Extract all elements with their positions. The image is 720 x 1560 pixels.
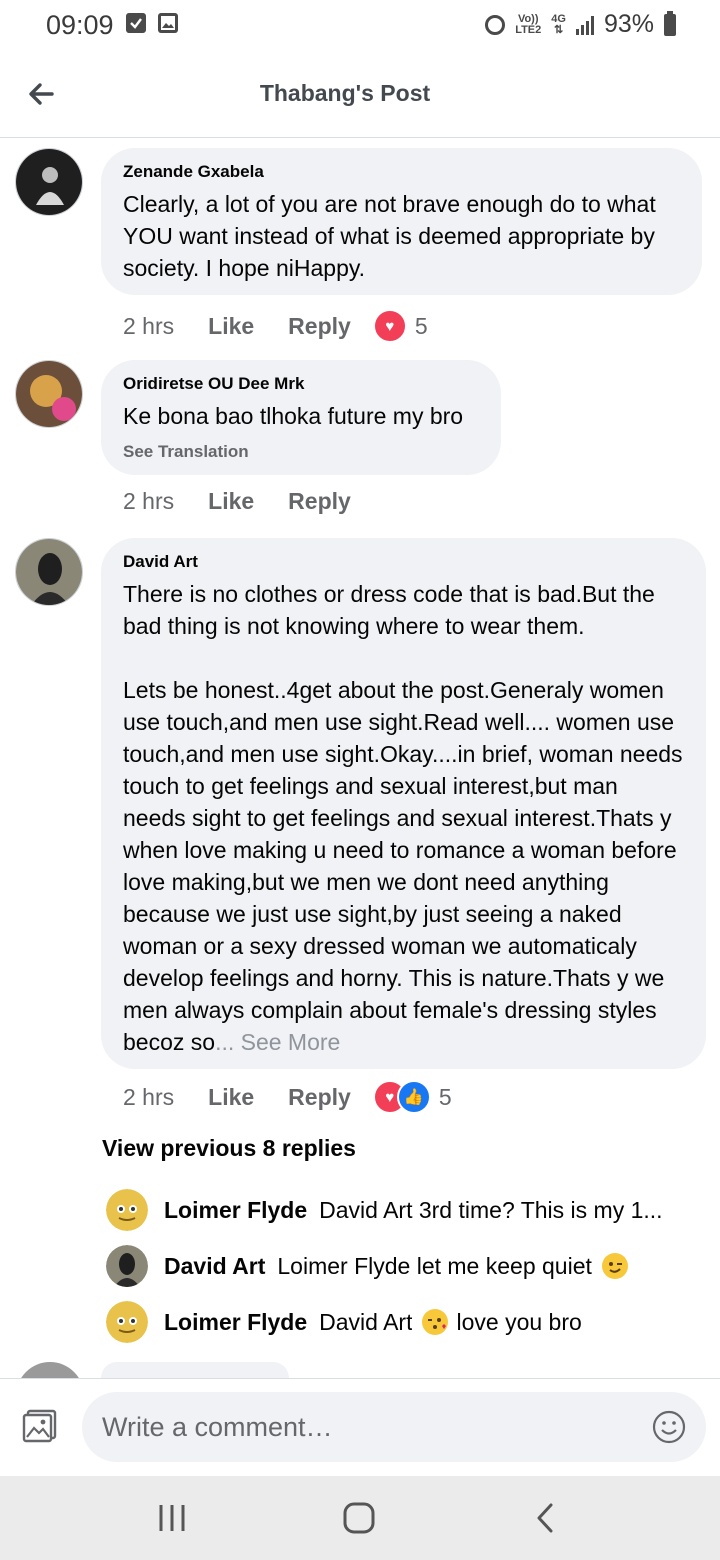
volte-bottom-label: LTE2 bbox=[515, 23, 542, 36]
mini-avatar bbox=[106, 1301, 148, 1343]
alarm-icon bbox=[485, 14, 506, 35]
reply-preview[interactable]: David Art Loimer Flyde let me keep quiet bbox=[106, 1245, 696, 1287]
reply-text: Loimer Flyde let me keep quiet bbox=[277, 1252, 592, 1279]
home-button[interactable] bbox=[339, 1498, 379, 1538]
like-button[interactable]: Like bbox=[208, 488, 254, 515]
mini-avatar bbox=[106, 1189, 148, 1231]
comment-text: There is no clothes or dress code that i… bbox=[123, 578, 684, 1058]
system-nav-bar bbox=[0, 1476, 720, 1560]
home-icon bbox=[343, 1502, 375, 1534]
see-more-link[interactable]: ... See More bbox=[215, 1029, 340, 1055]
status-notification-icons bbox=[126, 13, 178, 33]
recent-apps-button[interactable] bbox=[152, 1498, 192, 1538]
reply-button[interactable]: Reply bbox=[288, 1084, 351, 1111]
volte-indicator: Vo)) LTE2 bbox=[515, 12, 542, 36]
reply-text-before: David Art bbox=[319, 1308, 413, 1335]
chevron-left-icon bbox=[537, 1503, 553, 1533]
view-previous-replies-link[interactable]: View previous 8 replies bbox=[102, 1135, 356, 1162]
comment-text: Clearly, a lot of you are not brave enou… bbox=[123, 191, 662, 281]
like-reaction-icon: 👍 bbox=[396, 1080, 431, 1114]
comment-author[interactable]: Oridiretse OU Dee Mrk bbox=[123, 374, 479, 394]
reply-author[interactable]: Loimer Flyde bbox=[164, 1309, 307, 1336]
reply-author[interactable]: Loimer Flyde bbox=[164, 1197, 307, 1224]
reply-text: David Art 3rd time? This is my 1... bbox=[319, 1196, 663, 1223]
checkbox-notification-icon bbox=[126, 13, 146, 33]
reply-preview[interactable]: Loimer Flyde David Art 3rd time? This is… bbox=[106, 1189, 696, 1231]
like-button[interactable]: Like bbox=[208, 313, 254, 340]
avatar[interactable] bbox=[15, 360, 83, 428]
see-translation-link[interactable]: See Translation bbox=[123, 442, 479, 462]
comment-composer bbox=[0, 1378, 720, 1477]
comment-text: Ke bona bao tlhoka future my bro bbox=[123, 403, 464, 429]
comment-author[interactable]: Zenande Gxabela bbox=[123, 162, 680, 182]
heart-reaction-icon: ♥ bbox=[372, 309, 407, 343]
reply-button[interactable]: Reply bbox=[288, 313, 351, 340]
comment-actions: 2 hrs Like Reply bbox=[123, 488, 385, 515]
reaction-summary[interactable]: ♥ 👍 5 bbox=[372, 1080, 452, 1114]
system-back-button[interactable] bbox=[526, 1498, 566, 1538]
smiley-icon bbox=[652, 1410, 686, 1444]
signal-icon bbox=[575, 15, 594, 35]
next-comment-avatar-partial bbox=[16, 1362, 84, 1378]
like-button[interactable]: Like bbox=[208, 1084, 254, 1111]
status-bar: 09:09 Vo)) LTE2 4G ⇅ 93% bbox=[0, 0, 720, 52]
comment-time[interactable]: 2 hrs bbox=[123, 488, 174, 515]
status-system-icons: Vo)) LTE2 4G ⇅ 93% bbox=[485, 10, 676, 39]
header: Thabang's Post bbox=[0, 52, 720, 138]
comment-bubble[interactable]: Oridiretse OU Dee Mrk Ke bona bao tlhoka… bbox=[101, 360, 501, 475]
reply-text-after: love you bro bbox=[456, 1308, 582, 1335]
reaction-count: 5 bbox=[414, 312, 428, 339]
photo-icon bbox=[22, 1409, 57, 1443]
reaction-summary[interactable]: ♥ 5 bbox=[372, 309, 428, 343]
avatar[interactable] bbox=[15, 148, 83, 216]
kiss-emoji-icon bbox=[422, 1309, 449, 1335]
comment-actions: 2 hrs Like Reply ♥ 👍 5 bbox=[123, 1080, 452, 1114]
emoji-button[interactable] bbox=[652, 1410, 686, 1444]
wink-emoji-icon bbox=[601, 1253, 628, 1279]
photo-button[interactable] bbox=[22, 1409, 58, 1443]
comment-text-content: There is no clothes or dress code that i… bbox=[123, 581, 683, 1055]
comment-bubble[interactable]: Zenande Gxabela Clearly, a lot of you ar… bbox=[101, 148, 702, 295]
data-arrows-icon: ⇅ bbox=[554, 23, 564, 36]
mini-avatar bbox=[106, 1245, 148, 1287]
comment-author[interactable]: David Art bbox=[123, 552, 684, 572]
comment-input[interactable] bbox=[82, 1392, 706, 1462]
next-comment-bubble-partial bbox=[101, 1362, 289, 1378]
comment-bubble[interactable]: David Art There is no clothes or dress c… bbox=[101, 538, 706, 1069]
reply-preview[interactable]: Loimer Flyde David Art love you bro bbox=[106, 1301, 696, 1343]
gallery-notification-icon bbox=[158, 13, 178, 33]
status-time: 09:09 bbox=[46, 10, 114, 40]
reply-button[interactable]: Reply bbox=[288, 488, 351, 515]
network-type: 4G ⇅ bbox=[551, 12, 566, 36]
page-title: Thabang's Post bbox=[259, 80, 431, 106]
reaction-count: 5 bbox=[438, 1083, 452, 1110]
battery-icon bbox=[664, 10, 676, 36]
comment-time[interactable]: 2 hrs bbox=[123, 1084, 174, 1111]
battery-percent: 93% bbox=[603, 10, 654, 38]
avatar[interactable] bbox=[15, 538, 83, 606]
network-type-label: 4G bbox=[551, 12, 566, 25]
volte-top-label: Vo)) bbox=[517, 12, 539, 25]
comment-time[interactable]: 2 hrs bbox=[123, 313, 174, 340]
reply-author[interactable]: David Art bbox=[164, 1253, 265, 1280]
recent-apps-icon bbox=[159, 1505, 185, 1531]
comment-actions: 2 hrs Like Reply ♥ 5 bbox=[123, 309, 428, 343]
